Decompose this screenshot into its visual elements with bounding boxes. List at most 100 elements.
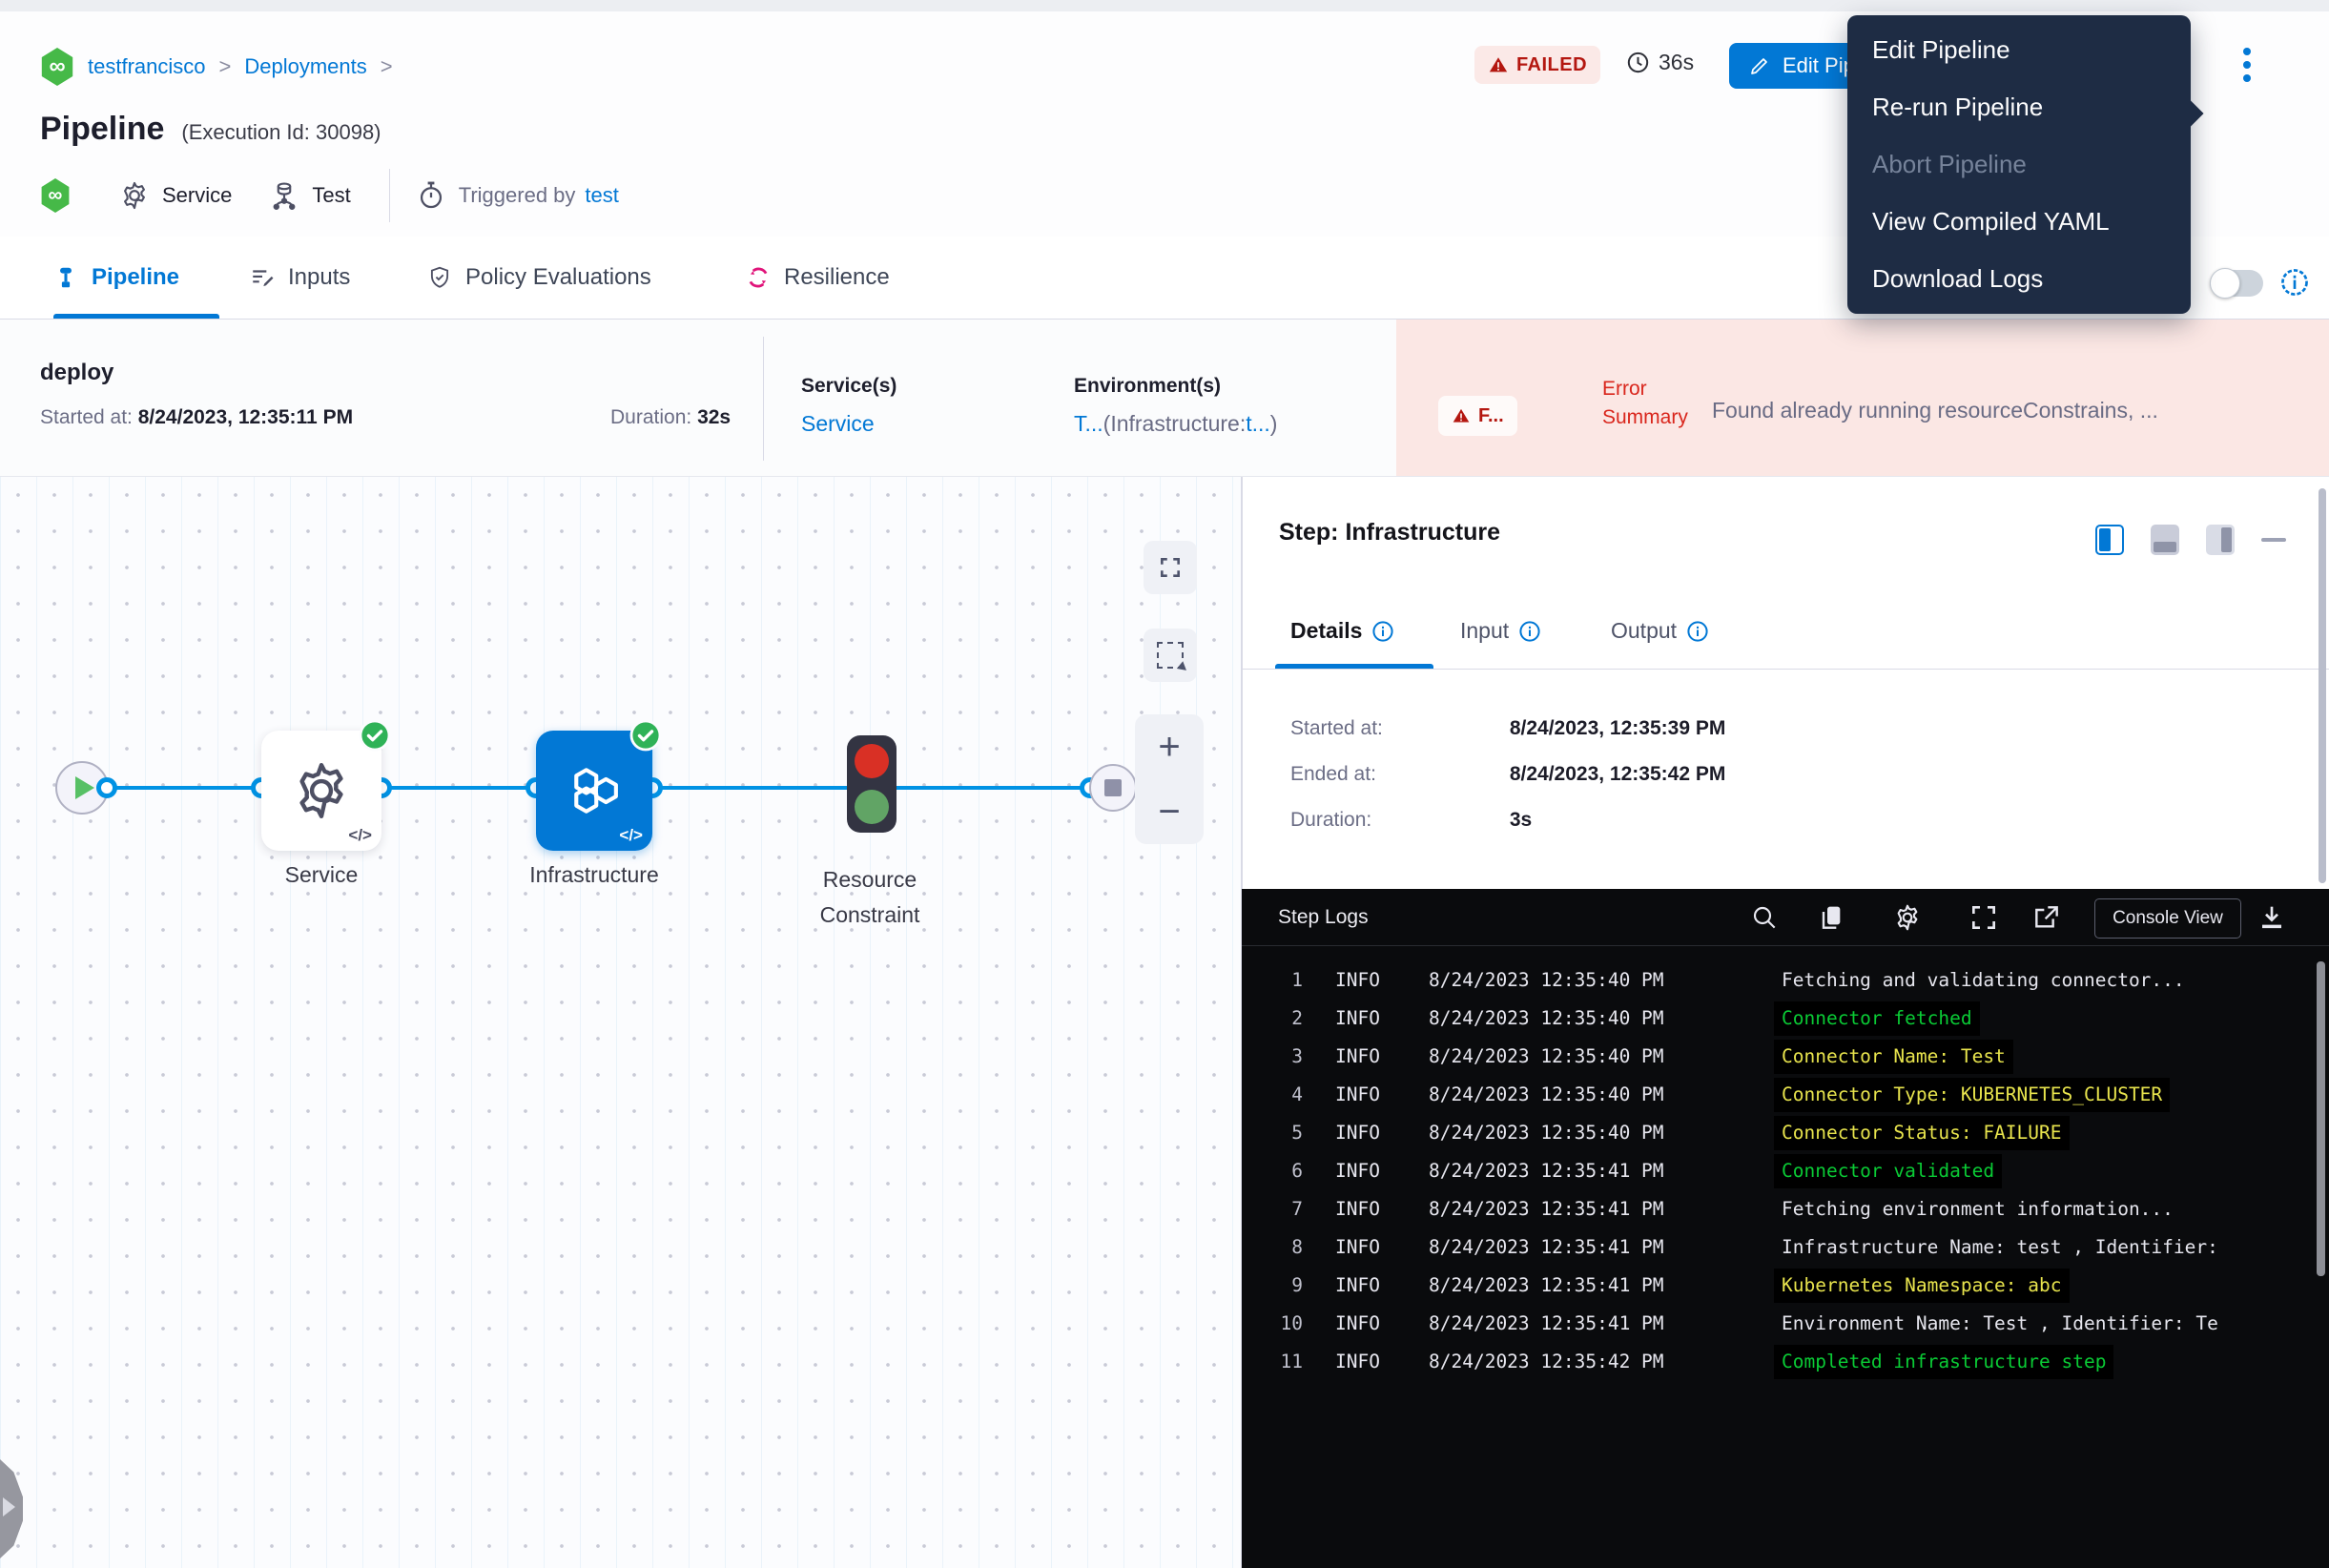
breadcrumb-deployments-link[interactable]: Deployments: [244, 54, 366, 79]
node-label-resource-constraint: Resource Constraint: [803, 862, 937, 933]
log-line: 7INFO8/24/2023 12:35:41 PMFetching envir…: [1242, 1190, 2329, 1228]
menu-item-view-compiled-yaml[interactable]: View Compiled YAML: [1847, 193, 2191, 250]
code-glyph: </>: [348, 826, 372, 845]
infrastructure-prefix: (Infrastructure:: [1103, 411, 1247, 436]
download-icon[interactable]: [2257, 902, 2287, 933]
environment-name-label[interactable]: Test: [312, 183, 350, 208]
layout-left-panel-icon[interactable]: [2095, 525, 2124, 555]
node-label-infrastructure: Infrastructure: [515, 862, 673, 888]
tab-output[interactable]: Output: [1611, 618, 1709, 644]
shield-check-icon: [427, 265, 452, 290]
environment-name[interactable]: T...: [1074, 411, 1103, 436]
title-row: Pipeline (Execution Id: 30098): [40, 111, 381, 148]
log-message: Connector Name: Test: [1774, 1040, 2013, 1074]
log-lines[interactable]: 1INFO8/24/2023 12:35:40 PMFetching and v…: [1242, 961, 2329, 1381]
caret-right-icon: [3, 1497, 15, 1516]
tab-details-label: Details: [1290, 618, 1362, 644]
detail-row-started: Started at: 8/24/2023, 12:35:39 PM: [1290, 717, 1725, 740]
canvas-select-button[interactable]: [1144, 629, 1197, 682]
detail-value: 8/24/2023, 12:35:39 PM: [1510, 717, 1726, 739]
tab-pipeline[interactable]: Pipeline: [53, 237, 179, 319]
info-icon[interactable]: [2279, 267, 2310, 298]
started-at-value: 8/24/2023, 12:35:11 PM: [138, 406, 353, 428]
search-icon[interactable]: [1749, 902, 1780, 933]
clock-icon: [1625, 50, 1651, 75]
tab-inputs[interactable]: Inputs: [250, 237, 350, 319]
menu-item-download-logs[interactable]: Download Logs: [1847, 250, 2191, 307]
tab-resilience[interactable]: Resilience: [746, 237, 890, 319]
inputs-icon: [250, 265, 275, 290]
info-icon: [1518, 620, 1541, 643]
environment-link[interactable]: T...(Infrastructure:t...): [1074, 411, 1277, 437]
settings-icon[interactable]: [1892, 902, 1923, 933]
chaos-icon: [746, 265, 771, 290]
success-check-icon: [629, 719, 662, 752]
copy-icon[interactable]: [1816, 902, 1846, 933]
log-line: 4INFO8/24/2023 12:35:40 PMConnector Type…: [1242, 1076, 2329, 1114]
layout-right-panel-icon[interactable]: [2206, 525, 2235, 555]
menu-item-edit-pipeline[interactable]: Edit Pipeline: [1847, 21, 2191, 78]
step-logs-title: Step Logs: [1278, 906, 1369, 929]
detail-label: Ended at:: [1290, 763, 1504, 786]
edge-port: [96, 777, 117, 798]
tab-input[interactable]: Input: [1460, 618, 1541, 644]
scrollbar[interactable]: [2317, 961, 2325, 1276]
step-logs-header: Step Logs Console View: [1242, 889, 2329, 946]
open-in-new-icon[interactable]: [2031, 902, 2062, 933]
canvas-fullscreen-button[interactable]: [1144, 541, 1197, 594]
infrastructure-name[interactable]: t...: [1246, 411, 1270, 436]
tab-input-label: Input: [1460, 618, 1509, 644]
infrastructure-hexagons-icon: [563, 759, 626, 822]
log-message: Connector validated: [1774, 1154, 2002, 1188]
error-status-chip: F...: [1438, 396, 1517, 436]
marquee-icon: [1157, 642, 1184, 669]
minimize-panel-button[interactable]: [2261, 538, 2286, 542]
toggle-knob: [2210, 268, 2240, 299]
step-logs-panel: Step Logs Console View 1INFO8/24/2023 12…: [1242, 889, 2329, 1568]
tab-details[interactable]: Details: [1290, 618, 1394, 644]
environment-icon: [268, 179, 300, 212]
log-message: Connector Type: KUBERNETES_CLUSTER: [1774, 1078, 2170, 1112]
node-resource-constraint[interactable]: [847, 735, 897, 833]
detail-row-duration: Duration: 3s: [1290, 809, 1532, 832]
page-title: Pipeline: [40, 111, 164, 148]
stage-name[interactable]: deploy: [40, 360, 113, 386]
status-badge-failed: FAILED: [1474, 46, 1600, 84]
node-label-service: Service: [261, 862, 381, 888]
trigger-user-link[interactable]: test: [585, 183, 618, 208]
end-node: [1089, 764, 1137, 812]
log-line: 5INFO8/24/2023 12:35:40 PMConnector Stat…: [1242, 1114, 2329, 1152]
view-toggle-switch[interactable]: [2210, 270, 2263, 297]
panel-expand-handle[interactable]: [0, 1459, 23, 1558]
gear-icon: [288, 757, 355, 824]
menu-item-abort-pipeline: Abort Pipeline: [1847, 135, 2191, 193]
detail-label: Started at:: [1290, 717, 1504, 740]
menu-item-rerun-pipeline[interactable]: Re-run Pipeline: [1847, 78, 2191, 135]
console-view-button[interactable]: Console View: [2094, 898, 2241, 939]
play-icon: [75, 776, 94, 799]
service-link[interactable]: Service: [801, 411, 875, 437]
scrollbar[interactable]: [2319, 488, 2326, 883]
info-icon: [1371, 620, 1394, 643]
service-name-label[interactable]: Service: [162, 183, 232, 208]
chevron-right-icon: >: [381, 54, 393, 79]
detail-value: 8/24/2023, 12:35:42 PM: [1510, 763, 1726, 785]
active-tab-underline: [53, 314, 219, 319]
zoom-in-button[interactable]: +: [1135, 714, 1204, 779]
breadcrumb-project-link[interactable]: testfrancisco: [88, 54, 206, 79]
log-line: 10INFO8/24/2023 12:35:41 PMEnvironment N…: [1242, 1305, 2329, 1343]
pipeline-graph-canvas[interactable]: </> </> Service Infrastructure Resource …: [0, 477, 1242, 1568]
log-message: Fetching and validating connector...: [1782, 969, 2185, 991]
layout-bottom-panel-icon[interactable]: [2151, 525, 2179, 555]
zoom-out-button[interactable]: −: [1135, 779, 1204, 844]
log-message: Environment Name: Test , Identifier: Te: [1782, 1312, 2218, 1334]
node-infrastructure[interactable]: </>: [536, 731, 652, 851]
expand-icon[interactable]: [1968, 902, 1999, 933]
tab-resilience-label: Resilience: [784, 264, 890, 291]
tab-policy-evaluations[interactable]: Policy Evaluations: [427, 237, 651, 319]
detail-row-ended: Ended at: 8/24/2023, 12:35:42 PM: [1290, 763, 1725, 786]
more-options-button[interactable]: [2243, 48, 2253, 86]
log-message: Completed infrastructure step: [1774, 1345, 2113, 1379]
error-summary-message: Found already running resourceConstrains…: [1712, 398, 2303, 423]
node-service[interactable]: </>: [261, 731, 381, 851]
